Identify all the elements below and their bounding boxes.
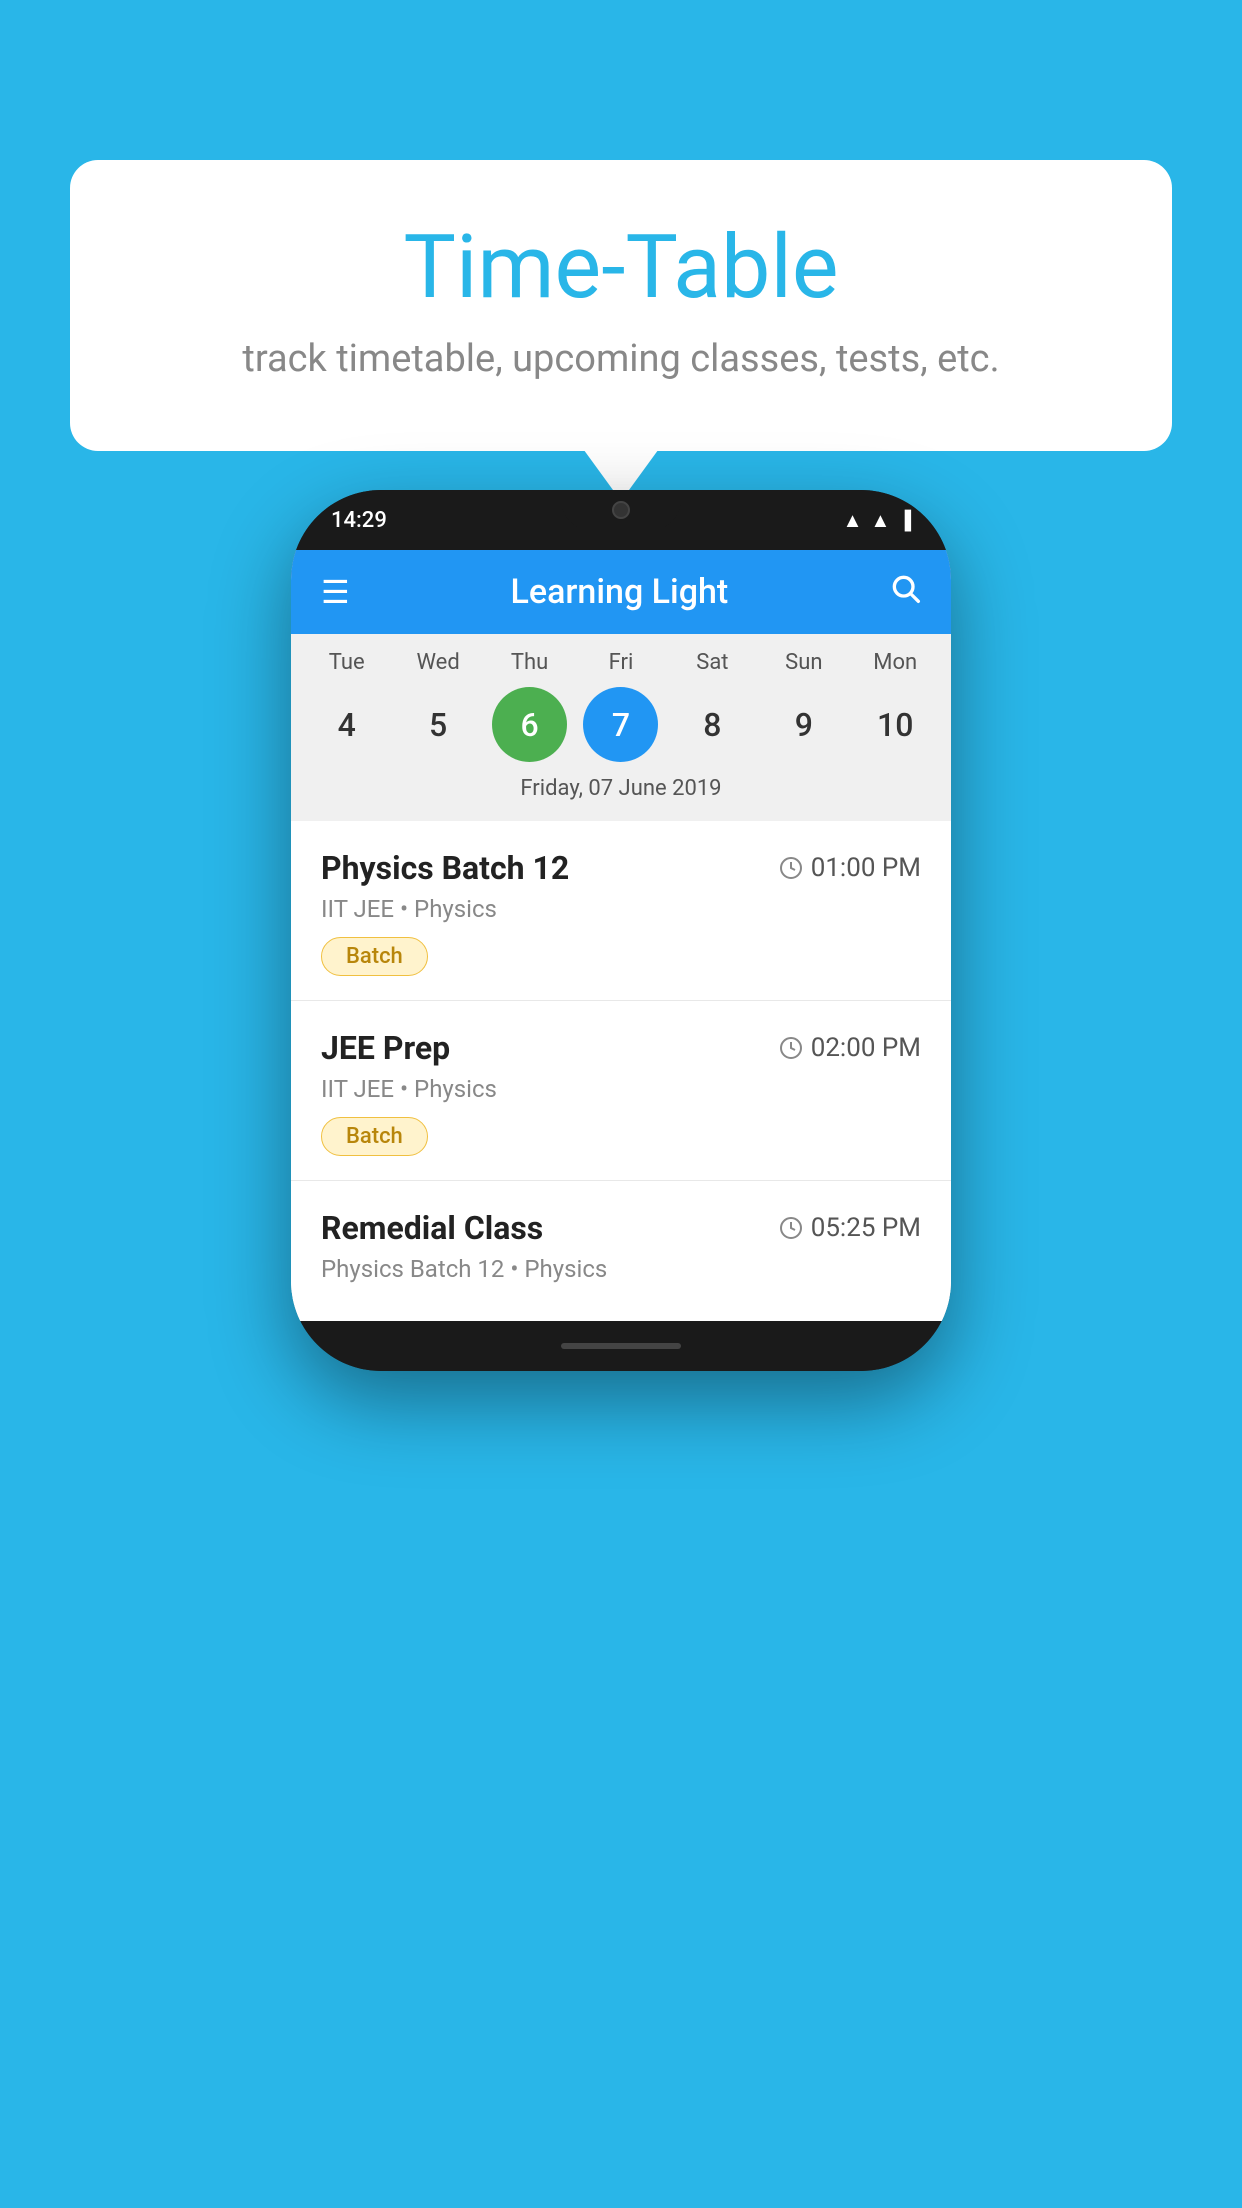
class-time-2: 02:00 PM bbox=[779, 1033, 921, 1063]
day-name-mon: Mon bbox=[858, 650, 933, 675]
day-name-wed: Wed bbox=[401, 650, 476, 675]
phone-screen: ☰ Learning Light Tue Wed Thu Fri Sat bbox=[291, 550, 951, 1321]
app-title: Learning Light bbox=[511, 572, 729, 612]
battery-icon: ▐ bbox=[898, 510, 911, 531]
hamburger-menu-icon[interactable]: ☰ bbox=[321, 573, 350, 611]
signal-icon: ▲ bbox=[870, 508, 890, 533]
day-7-selected[interactable]: 7 bbox=[583, 687, 658, 762]
class-name-3: Remedial Class bbox=[321, 1209, 543, 1247]
day-10[interactable]: 10 bbox=[858, 687, 933, 762]
day-name-fri: Fri bbox=[583, 650, 658, 675]
search-icon[interactable] bbox=[889, 572, 921, 612]
calendar-week: Tue Wed Thu Fri Sat Sun Mon 4 5 6 7 8 9 … bbox=[291, 634, 951, 821]
bubble-title: Time-Table bbox=[150, 220, 1092, 317]
class-time-3: 05:25 PM bbox=[779, 1213, 921, 1243]
home-indicator bbox=[561, 1343, 681, 1349]
class-meta-3: Physics Batch 12 • Physics bbox=[321, 1255, 921, 1283]
day-numbers-row: 4 5 6 7 8 9 10 bbox=[291, 687, 951, 762]
day-4[interactable]: 4 bbox=[309, 687, 384, 762]
class-name-1: Physics Batch 12 bbox=[321, 849, 569, 887]
day-names-row: Tue Wed Thu Fri Sat Sun Mon bbox=[291, 650, 951, 675]
day-name-thu: Thu bbox=[492, 650, 567, 675]
phone-frame: 14:29 ▲ ▲ ▐ ☰ Learning Light bbox=[291, 490, 951, 1371]
wifi-icon: ▲ bbox=[843, 508, 863, 533]
class-list: Physics Batch 12 01:00 PM IIT JEE • Phys… bbox=[291, 821, 951, 1321]
clock-icon-1 bbox=[779, 856, 803, 880]
class-meta-1: IIT JEE • Physics bbox=[321, 895, 921, 923]
class-meta-2: IIT JEE • Physics bbox=[321, 1075, 921, 1103]
day-8[interactable]: 8 bbox=[675, 687, 750, 762]
day-name-tue: Tue bbox=[309, 650, 384, 675]
status-icons: ▲ ▲ ▐ bbox=[843, 508, 911, 533]
batch-badge-2: Batch bbox=[321, 1117, 428, 1156]
selected-date-label: Friday, 07 June 2019 bbox=[291, 770, 951, 813]
clock-icon-2 bbox=[779, 1036, 803, 1060]
class-item-2[interactable]: JEE Prep 02:00 PM IIT JEE • Physics Batc… bbox=[291, 1001, 951, 1181]
app-header: ☰ Learning Light bbox=[291, 550, 951, 634]
day-5[interactable]: 5 bbox=[401, 687, 476, 762]
status-bar: 14:29 ▲ ▲ ▐ bbox=[291, 490, 951, 550]
bubble-subtitle: track timetable, upcoming classes, tests… bbox=[150, 337, 1092, 381]
clock-icon-3 bbox=[779, 1216, 803, 1240]
speech-bubble-container: Time-Table track timetable, upcoming cla… bbox=[70, 160, 1172, 451]
class-item-3-header: Remedial Class 05:25 PM bbox=[321, 1209, 921, 1247]
class-name-2: JEE Prep bbox=[321, 1029, 450, 1067]
phone-bottom-bar bbox=[291, 1321, 951, 1371]
phone-container: 14:29 ▲ ▲ ▐ ☰ Learning Light bbox=[80, 490, 1162, 2208]
class-item-3[interactable]: Remedial Class 05:25 PM Physics Batch 12… bbox=[291, 1181, 951, 1321]
day-name-sun: Sun bbox=[766, 650, 841, 675]
status-time: 14:29 bbox=[331, 508, 387, 533]
day-name-sat: Sat bbox=[675, 650, 750, 675]
class-time-1: 01:00 PM bbox=[779, 853, 921, 883]
speech-bubble: Time-Table track timetable, upcoming cla… bbox=[70, 160, 1172, 451]
batch-badge-1: Batch bbox=[321, 937, 428, 976]
notch bbox=[561, 490, 681, 530]
day-6-today[interactable]: 6 bbox=[492, 687, 567, 762]
front-camera bbox=[612, 501, 630, 519]
day-9[interactable]: 9 bbox=[766, 687, 841, 762]
class-item-1-header: Physics Batch 12 01:00 PM bbox=[321, 849, 921, 887]
class-item-2-header: JEE Prep 02:00 PM bbox=[321, 1029, 921, 1067]
class-item-1[interactable]: Physics Batch 12 01:00 PM IIT JEE • Phys… bbox=[291, 821, 951, 1001]
